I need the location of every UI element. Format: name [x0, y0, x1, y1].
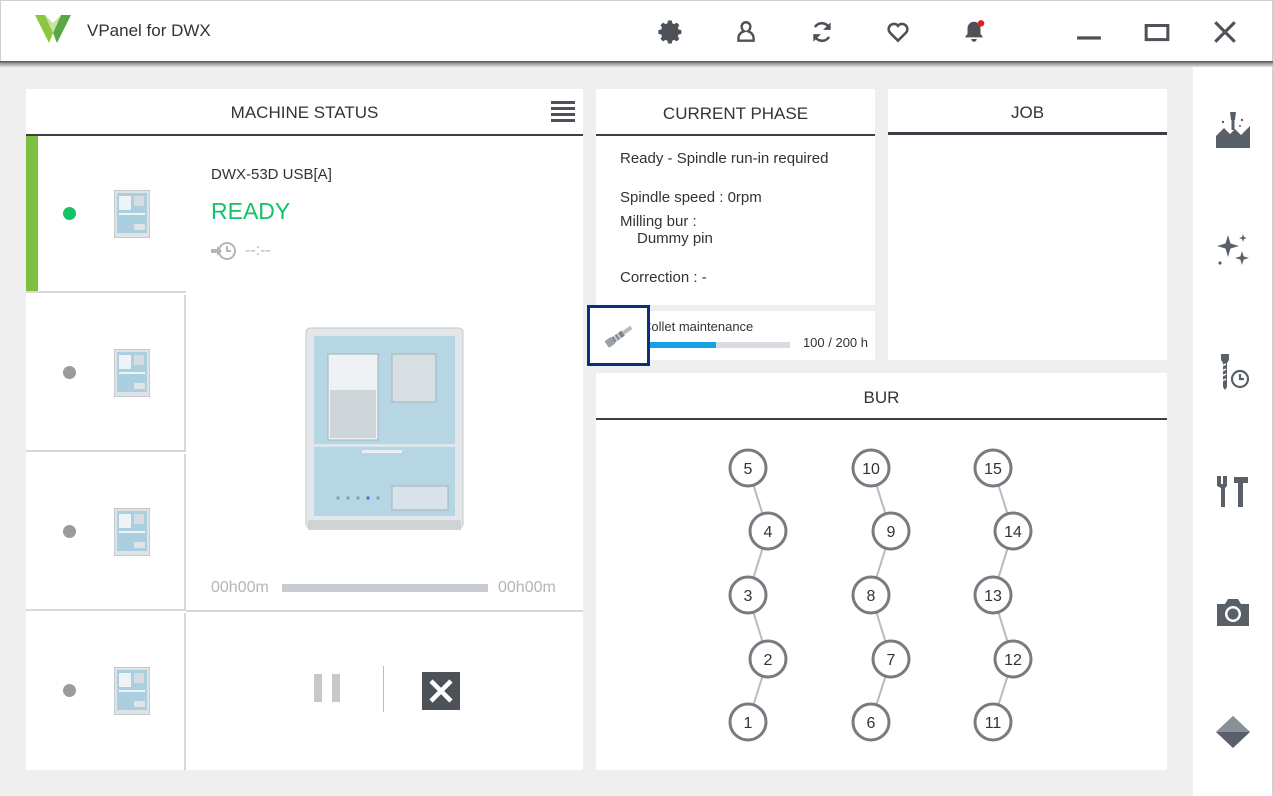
machine-detail: DWX-53D USB[A] READY --:-- 00h00m 00h00m — [186, 136, 583, 770]
title-bar: VPanel for DWX — [0, 0, 1273, 62]
status-dot — [63, 366, 76, 379]
bur-connector — [997, 547, 1009, 579]
elapsed-time: 00h00m — [211, 579, 269, 596]
cancel-button[interactable] — [422, 672, 460, 710]
machine-item[interactable] — [26, 454, 186, 611]
bur-slot-number: 9 — [887, 524, 896, 541]
bur-panel: BUR 5 4 3 2 1 10 9 8 7 6 15 14 13 12 11 — [596, 373, 1167, 770]
milling-bur-label: Milling bur : — [620, 213, 697, 230]
bur-slot-number: 10 — [862, 461, 880, 478]
bur-timer-icon[interactable] — [1213, 351, 1253, 391]
bur-connector — [752, 611, 764, 643]
machine-status-title: MACHINE STATUS — [230, 103, 379, 122]
controls-divider — [186, 610, 583, 612]
job-panel: JOB — [888, 89, 1167, 360]
collet-icon — [604, 325, 632, 347]
bur-slot-number: 4 — [764, 524, 773, 541]
machine-status-header: MACHINE STATUS — [26, 89, 583, 136]
pause-icon-bar — [332, 674, 340, 702]
menu-icon[interactable] — [551, 101, 575, 123]
machine-item[interactable] — [26, 613, 186, 770]
bur-connector — [997, 484, 1009, 515]
bur-connector — [752, 547, 764, 579]
bur-connector — [752, 484, 764, 515]
bur-slot-number: 3 — [744, 588, 753, 605]
job-progress-bar — [282, 584, 488, 592]
pause-icon-bar — [314, 674, 322, 702]
close-icon[interactable] — [1210, 17, 1240, 47]
bur-slot-number: 15 — [984, 461, 1002, 478]
milling-icon[interactable] — [1213, 109, 1253, 149]
machine-item[interactable] — [26, 295, 186, 452]
current-phase-header: CURRENT PHASE — [596, 89, 875, 136]
maximize-icon[interactable] — [1142, 17, 1172, 47]
machine-name: DWX-53D USB[A] — [211, 166, 332, 183]
bur-connector — [997, 611, 1009, 643]
bur-slot-number: 14 — [1004, 524, 1022, 541]
bur-slot-number: 12 — [1004, 652, 1022, 669]
collet-maintenance-label: Collet maintenance — [642, 319, 754, 334]
sparkle-icon[interactable] — [1213, 230, 1253, 270]
status-dot — [63, 684, 76, 697]
pause-button[interactable] — [314, 674, 340, 706]
bur-connector — [752, 675, 764, 706]
machine-state: READY — [211, 198, 291, 224]
machine-thumbnail-icon — [114, 349, 150, 397]
right-sidebar — [1193, 67, 1273, 796]
milling-bur-value: Dummy pin — [637, 230, 713, 247]
machine-thumbnail-icon — [114, 508, 150, 556]
bur-connector — [875, 484, 887, 515]
clock-icon — [211, 242, 236, 260]
status-dot — [63, 525, 76, 538]
bur-connector — [875, 611, 887, 643]
bur-slot-number: 7 — [887, 652, 896, 669]
bur-slot-number: 1 — [744, 715, 753, 732]
job-header: JOB — [888, 89, 1167, 135]
machine-status-panel: MACHINE STATUS DWX-53D USB[A] READY --:-… — [26, 89, 583, 770]
controls-separator — [383, 666, 384, 712]
phase-status: Ready - Spindle run-in required — [620, 150, 829, 167]
bur-slot-number: 13 — [984, 588, 1002, 605]
bur-connector — [997, 675, 1009, 706]
user-icon[interactable] — [731, 17, 761, 47]
bur-slot-number: 11 — [985, 715, 1002, 732]
machine-thumbnail-icon — [114, 667, 150, 715]
settings-icon[interactable] — [655, 17, 685, 47]
remaining-time: --:-- — [211, 240, 271, 262]
collet-progress-fill — [642, 342, 716, 348]
cancel-icon — [429, 679, 453, 703]
machine-item[interactable] — [26, 136, 186, 293]
collet-icon-button[interactable] — [587, 305, 650, 366]
current-phase-title: CURRENT PHASE — [662, 104, 809, 123]
spindle-speed: Spindle speed : 0rpm — [620, 189, 762, 206]
camera-icon[interactable] — [1213, 592, 1253, 632]
bur-slot-number: 8 — [867, 588, 876, 605]
collet-progress-bar — [642, 342, 790, 348]
bur-slot-number: 2 — [764, 652, 773, 669]
bur-slot-number: 5 — [744, 461, 753, 478]
favorite-icon[interactable] — [883, 17, 913, 47]
bur-rack: 5 4 3 2 1 10 9 8 7 6 15 14 13 12 11 — [728, 448, 1033, 742]
minimize-icon[interactable] — [1074, 17, 1104, 47]
current-phase-panel: CURRENT PHASE Ready - Spindle run-in req… — [596, 89, 875, 305]
status-dot — [63, 207, 76, 220]
bur-connector — [875, 547, 887, 579]
collet-maintenance-value: 100 / 200 h — [802, 335, 868, 350]
tools-icon[interactable] — [1213, 471, 1253, 511]
diamond-icon[interactable] — [1213, 712, 1253, 752]
bur-connector — [875, 675, 887, 706]
notification-icon[interactable] — [959, 17, 989, 47]
bur-slot-number: 6 — [867, 715, 876, 732]
machine-list — [26, 136, 186, 770]
app-title: VPanel for DWX — [87, 21, 211, 40]
app-logo-icon — [35, 15, 71, 43]
machine-thumbnail-icon — [114, 190, 150, 238]
correction: Correction : - — [620, 269, 707, 286]
machine-image — [305, 327, 464, 530]
total-time: 00h00m — [498, 579, 556, 596]
refresh-icon[interactable] — [807, 17, 837, 47]
selected-indicator — [26, 136, 38, 291]
remaining-time-value: --:-- — [245, 242, 271, 259]
job-title: JOB — [1010, 103, 1045, 122]
